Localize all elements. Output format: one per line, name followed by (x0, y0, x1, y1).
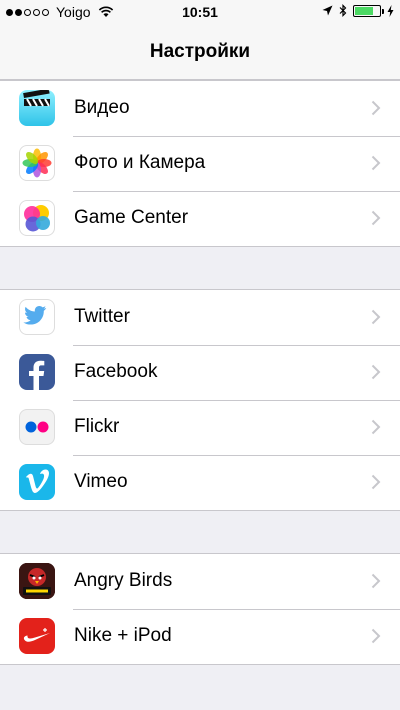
settings-group-media: Видео Фото и Камера Game Center (0, 80, 400, 247)
chevron-right-icon (371, 628, 381, 644)
chevron-right-icon (371, 100, 381, 116)
status-bar: Yoigo 10:51 (0, 0, 400, 24)
row-label: Vimeo (74, 471, 128, 492)
charging-bolt-icon (387, 4, 394, 17)
bluetooth-icon (339, 4, 347, 17)
location-arrow-icon (322, 5, 333, 16)
settings-row-flickr[interactable]: Flickr (0, 400, 400, 455)
settings-row-twitter[interactable]: Twitter (0, 290, 400, 345)
navigation-bar: Настройки (0, 24, 400, 80)
video-icon (19, 90, 55, 126)
chevron-right-icon (371, 573, 381, 589)
row-label: Twitter (74, 306, 130, 327)
chevron-right-icon (371, 210, 381, 226)
row-label: Angry Birds (74, 570, 173, 591)
page-title: Настройки (149, 41, 251, 62)
row-label: Game Center (74, 207, 189, 228)
row-label: Nike + iPod (74, 625, 172, 646)
settings-row-nike-ipod[interactable]: Nike + iPod (0, 609, 400, 664)
battery-icon (353, 4, 384, 17)
settings-row-facebook[interactable]: Facebook (0, 345, 400, 400)
row-label: Видео (74, 97, 130, 118)
game-center-icon (19, 200, 55, 236)
flickr-icon (19, 409, 55, 445)
chevron-right-icon (371, 364, 381, 380)
settings-group-apps: Angry Birds Nike + iPod (0, 553, 400, 665)
status-right (322, 4, 394, 17)
settings-group-social: Twitter Facebook Flickr Vimeo (0, 289, 400, 511)
angry-birds-icon (19, 563, 55, 599)
row-label: Фото и Камера (74, 152, 206, 173)
settings-row-video[interactable]: Видео (0, 81, 400, 136)
row-label: Flickr (74, 416, 120, 437)
settings-row-angry-birds[interactable]: Angry Birds (0, 554, 400, 609)
nike-ipod-icon (19, 618, 55, 654)
battery-level (355, 6, 373, 15)
row-label: Facebook (74, 361, 158, 382)
chevron-right-icon (371, 155, 381, 171)
settings-row-game-center[interactable]: Game Center (0, 191, 400, 246)
facebook-icon (19, 354, 55, 390)
settings-row-photos-camera[interactable]: Фото и Камера (0, 136, 400, 191)
chevron-right-icon (371, 419, 381, 435)
chevron-right-icon (371, 474, 381, 490)
twitter-icon (19, 299, 55, 335)
photos-camera-icon (19, 145, 55, 181)
settings-row-vimeo[interactable]: Vimeo (0, 455, 400, 510)
vimeo-icon (19, 464, 55, 500)
chevron-right-icon (371, 309, 381, 325)
